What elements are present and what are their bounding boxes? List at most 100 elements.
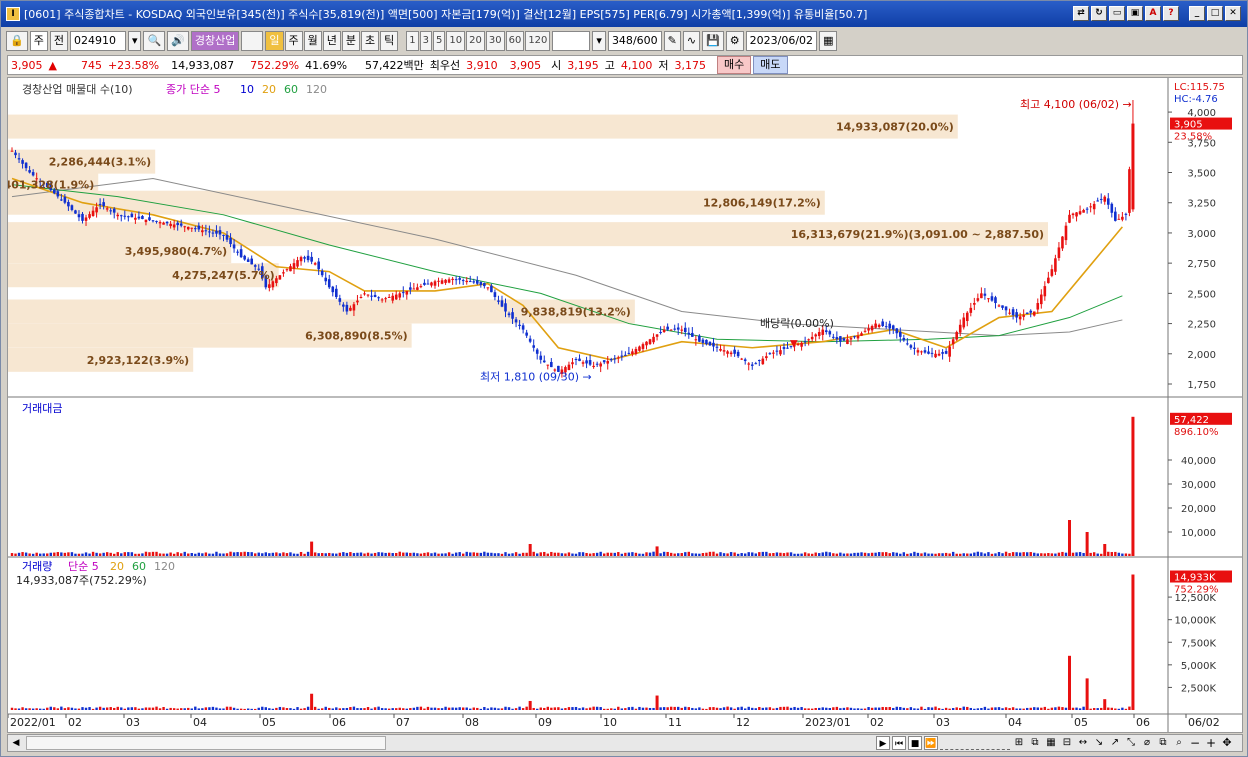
rewind-icon[interactable]: ⏮ [892, 736, 906, 750]
amount-bar [95, 552, 98, 556]
blank-field[interactable] [241, 31, 264, 51]
volume-bar [409, 708, 412, 710]
candle-body [641, 344, 645, 349]
count-field[interactable]: 348/600 [607, 31, 662, 51]
link-icon[interactable]: ⇄ [1073, 6, 1089, 21]
page-icon[interactable]: ⧉ [1156, 736, 1170, 750]
amount-bar [803, 552, 807, 556]
amount-bar [1071, 552, 1075, 556]
amount-bar [895, 552, 898, 556]
volume-bar [987, 708, 990, 710]
window-icon[interactable]: ▭ [1109, 6, 1125, 21]
buy-button[interactable]: 매수 [717, 56, 752, 74]
copy-icon[interactable]: ⧉ [1028, 736, 1042, 750]
period-tab[interactable]: 월 [303, 31, 322, 51]
volume-bar [225, 706, 229, 710]
minute-tab[interactable]: 20 [466, 31, 485, 51]
zoom-out-icon[interactable]: − [1188, 736, 1202, 750]
sell-button[interactable]: 매도 [753, 56, 788, 74]
grid-icon[interactable]: ▦ [1044, 736, 1058, 750]
prefix-button[interactable]: 전 [49, 31, 68, 51]
move-icon[interactable]: ✥ [1220, 736, 1234, 750]
period-tab[interactable]: 분 [341, 31, 360, 51]
minute-tab[interactable]: 10 [446, 31, 466, 51]
volume-tag-pct: 752.29% [1174, 585, 1219, 596]
minimize-button[interactable]: _ [1189, 6, 1205, 21]
volume-bar [155, 706, 158, 710]
stop-icon[interactable]: ■ [908, 736, 922, 750]
amount-bar [53, 552, 56, 556]
amount-bar [67, 552, 70, 556]
code-input[interactable]: 024910 [69, 31, 126, 51]
refresh-icon[interactable]: ↻ [1091, 6, 1107, 21]
erase-icon[interactable]: ⌀ [1140, 736, 1154, 750]
amount-bar [211, 553, 215, 556]
period-tab[interactable]: 주 [284, 31, 303, 51]
search-icon[interactable]: 🔍 [143, 31, 166, 51]
indicator-icon[interactable]: ∿ [682, 31, 701, 51]
tool-icon[interactable]: ✎ [663, 31, 681, 51]
zoom-slider[interactable] [940, 736, 1010, 750]
candle-body [1018, 316, 1022, 320]
minute-tab[interactable]: 120 [525, 31, 551, 51]
save-icon[interactable]: 💾 [702, 31, 724, 51]
minute-tab[interactable]: 1 [406, 31, 419, 51]
arrow-icon[interactable]: ↔ [1076, 736, 1090, 750]
candle-body [846, 339, 849, 345]
high-value: 4,100 [620, 58, 653, 72]
period-tab[interactable]: 년 [322, 31, 341, 51]
chart-type-icon[interactable]: ⊟ [1060, 736, 1074, 750]
minute-tab[interactable]: 3 [419, 31, 432, 51]
lock-icon[interactable]: 🔒 [6, 31, 28, 51]
amount-bar [578, 552, 581, 556]
chevron-down-icon[interactable]: ▾ [592, 31, 606, 51]
chart-area[interactable]: 4,000 3,750 3,500 3,250 3,000 2,750 2,500 2,250… [0, 77, 1243, 733]
horizontal-scrollbar[interactable]: ◀ ▶ ⏮ ■ ⏩ ⊞ ⧉ ▦ ⊟ ↔ ↘ ↗ ⤡ ⌀ ⧉ ⌕ − + ✥ [7, 734, 1243, 752]
amount-bar [574, 553, 578, 556]
period-tab[interactable]: 일 [265, 31, 284, 51]
chart-svg[interactable]: 4,0003,7503,5003,2503,0002,7502,5002,250… [0, 78, 1242, 732]
chevron-down-icon[interactable]: ▾ [127, 31, 142, 51]
amount-bar [423, 552, 426, 556]
minute-input[interactable] [552, 31, 591, 51]
amount-bar [610, 552, 613, 556]
line-tool-icon[interactable]: ↘ [1092, 736, 1106, 750]
date-input[interactable]: 2023/06/02 [745, 31, 818, 51]
font-icon[interactable]: A [1145, 6, 1161, 21]
candle-body [412, 288, 416, 290]
stock-name-field[interactable]: 경창산업 [190, 31, 240, 51]
gear-icon[interactable]: ⚙ [725, 31, 744, 51]
period-tab[interactable]: 초 [361, 31, 380, 51]
calendar-icon[interactable]: ▦ [819, 31, 838, 51]
candle-body [479, 282, 483, 285]
price-tick-label: 2,250 [1187, 320, 1216, 331]
sound-icon[interactable]: 🔊 [167, 31, 189, 51]
zoom-in-icon[interactable]: + [1204, 736, 1218, 750]
candle-body [913, 347, 916, 349]
minute-tab[interactable]: 60 [505, 31, 525, 51]
maximize-button[interactable]: □ [1207, 6, 1223, 21]
fibo-icon[interactable]: ⤡ [1124, 736, 1138, 750]
trend-icon[interactable]: ↗ [1108, 736, 1122, 750]
volume-bar [84, 707, 88, 710]
search-icon[interactable]: ⌕ [1172, 736, 1186, 750]
volume-bar [669, 706, 673, 710]
candle-body [800, 342, 803, 347]
play-icon[interactable]: ▶ [876, 736, 890, 750]
market-select[interactable]: 주 [29, 31, 48, 51]
scroll-thumb[interactable] [26, 736, 386, 750]
x-tick-label: 06 [1136, 716, 1150, 729]
fast-forward-icon[interactable]: ⏩ [924, 736, 938, 750]
minute-tab[interactable]: 5 [433, 31, 446, 51]
candle-body [194, 228, 197, 230]
amount-bar [14, 553, 17, 556]
minute-tab[interactable]: 30 [485, 31, 505, 51]
candle-body [680, 329, 684, 331]
close-button[interactable]: ✕ [1225, 6, 1241, 21]
screen-icon[interactable]: ▣ [1127, 6, 1143, 21]
amount-bar [708, 551, 712, 556]
help-icon[interactable]: ? [1163, 6, 1179, 21]
layout-icon[interactable]: ⊞ [1012, 736, 1026, 750]
scroll-left-icon[interactable]: ◀ [9, 736, 23, 750]
period-tab[interactable]: 틱 [380, 31, 399, 51]
